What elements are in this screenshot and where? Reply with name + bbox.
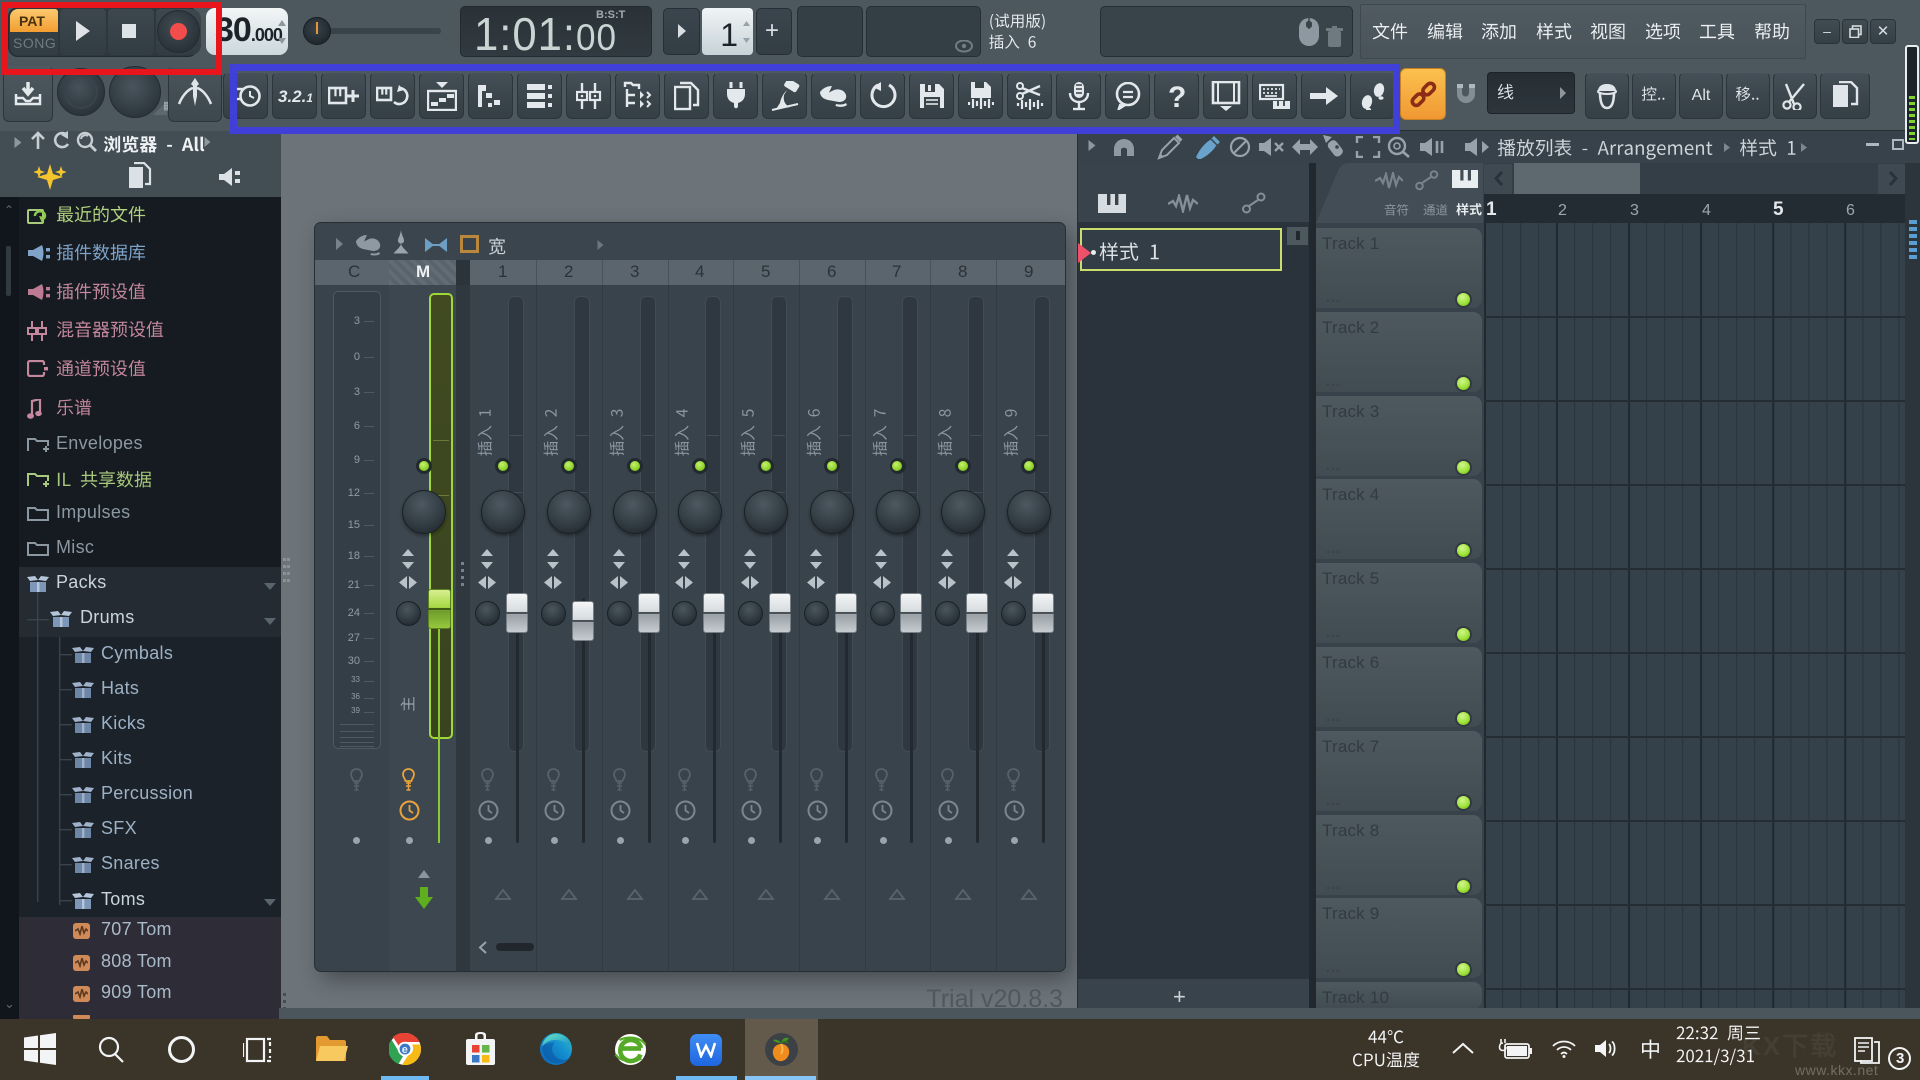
svg-text:e: e — [402, 1044, 408, 1056]
